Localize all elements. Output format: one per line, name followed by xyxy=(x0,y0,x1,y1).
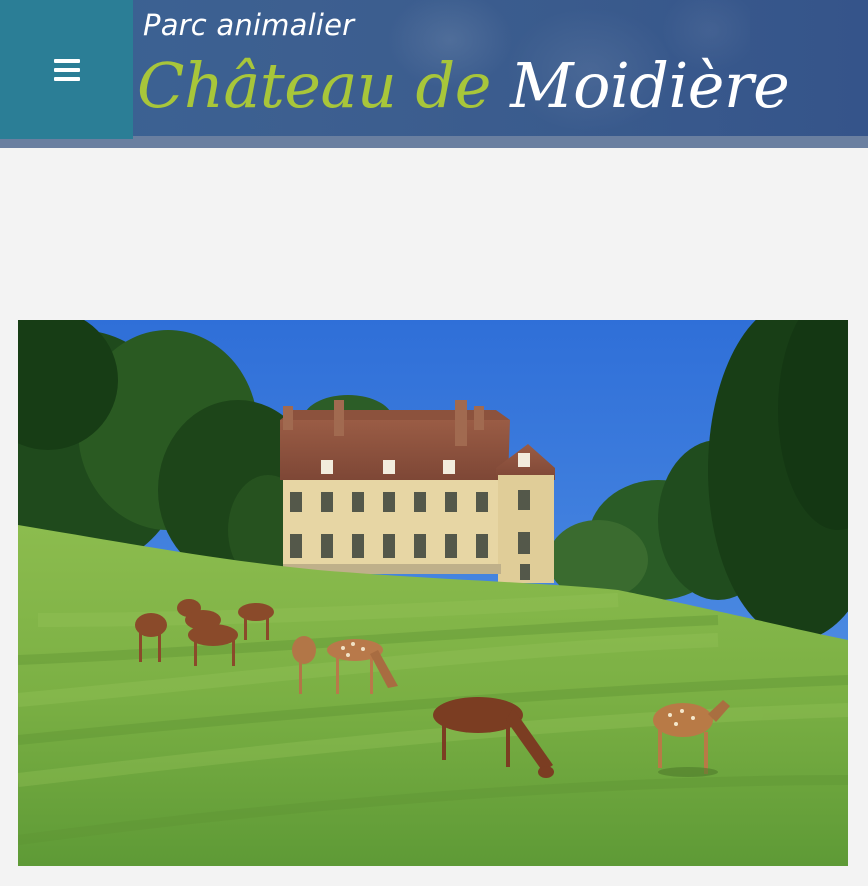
site-title-part2: Moidière xyxy=(510,49,790,122)
hero-photo xyxy=(18,320,848,866)
site-subtitle: Parc animalier xyxy=(143,8,355,42)
site-title-part1: Château de xyxy=(137,49,491,122)
site-title[interactable]: Château de Moidière xyxy=(137,46,790,126)
menu-button[interactable] xyxy=(0,0,133,139)
chateau-deer-meadow-photo xyxy=(18,320,848,866)
hamburger-menu-icon xyxy=(53,58,80,81)
